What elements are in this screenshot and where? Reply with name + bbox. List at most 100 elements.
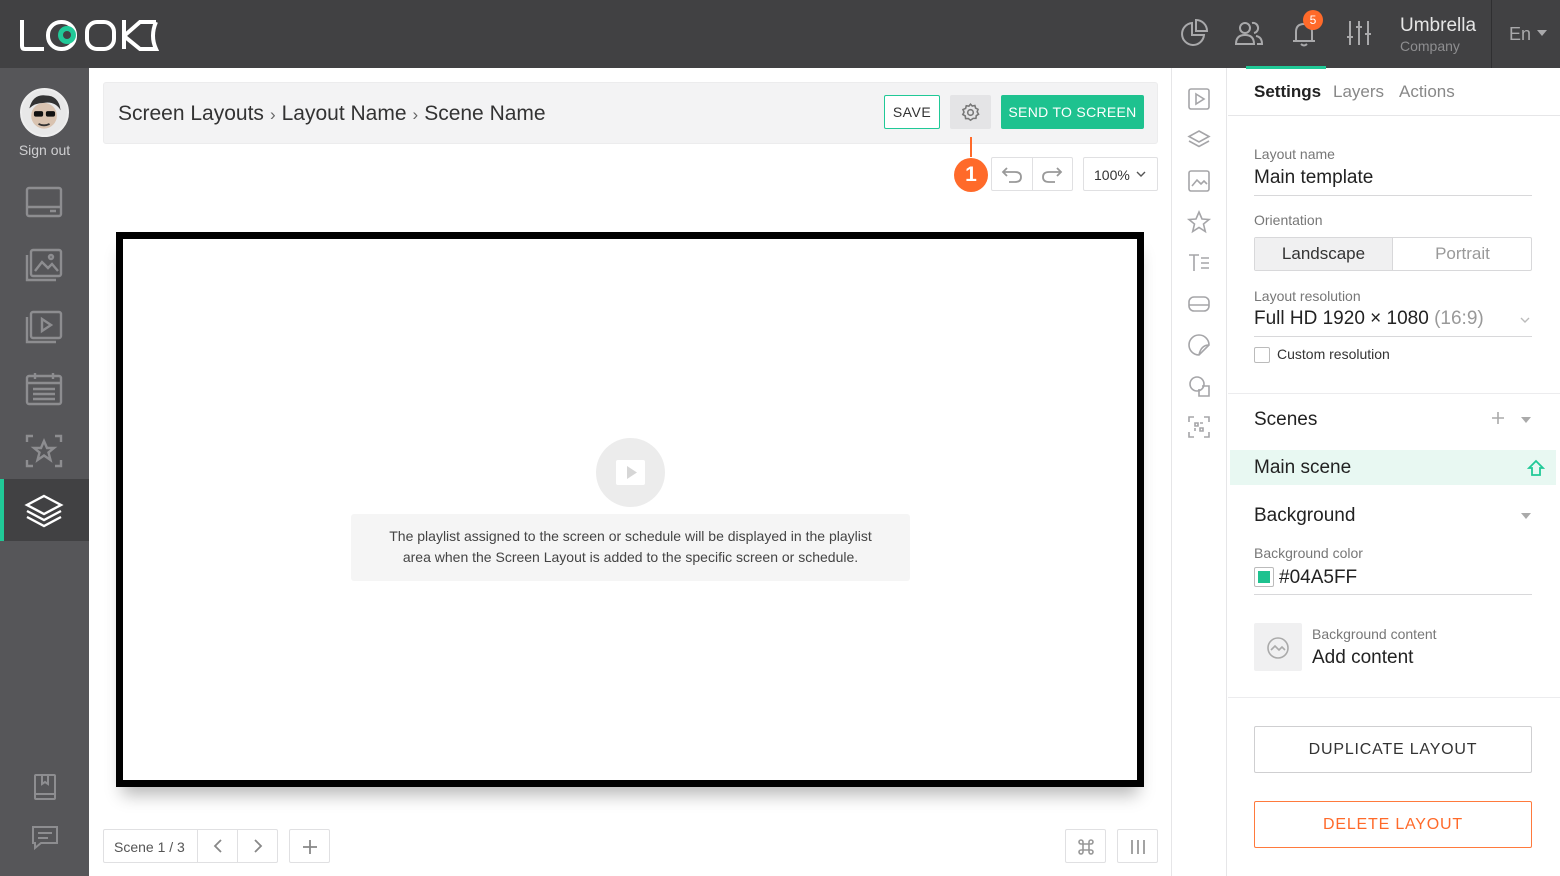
- layers-icon: [24, 494, 64, 528]
- caret-down-icon[interactable]: [1537, 30, 1547, 36]
- qr-code-tool-icon[interactable]: [1186, 414, 1212, 440]
- note-line: The playlist assigned to the screen or s…: [389, 528, 872, 544]
- chevron-right-icon[interactable]: [250, 838, 266, 854]
- chat-icon[interactable]: [30, 822, 60, 852]
- background-color-field[interactable]: #04A5FF: [1279, 567, 1357, 589]
- tab-settings[interactable]: Settings: [1254, 82, 1321, 102]
- color-swatch[interactable]: [1254, 567, 1274, 587]
- custom-resolution-label[interactable]: Custom resolution: [1277, 346, 1390, 362]
- divider: [237, 830, 238, 862]
- screen-icon: [25, 186, 63, 218]
- book-icon[interactable]: [30, 772, 60, 802]
- resolution-select[interactable]: Full HD 1920 × 1080 (16:9): [1254, 308, 1484, 330]
- breadcrumb-item-layout-name[interactable]: Layout Name: [282, 102, 407, 125]
- breadcrumb-bar: Screen Layouts › Layout Name › Scene Name: [103, 82, 1158, 144]
- shapes-tool-icon[interactable]: [1186, 373, 1212, 399]
- top-bar: 5 Umbrella Company En: [0, 0, 1560, 68]
- undo-icon[interactable]: [1001, 164, 1023, 184]
- background-content-thumb[interactable]: [1254, 623, 1302, 671]
- playlist-area-play-icon: [596, 438, 665, 507]
- schedule-icon: [25, 373, 63, 406]
- sidebar-item-media[interactable]: [0, 233, 89, 295]
- playlist-icon: [25, 310, 63, 344]
- save-button[interactable]: SAVE: [884, 95, 940, 129]
- orientation-portrait[interactable]: Portrait: [1394, 238, 1531, 270]
- image-tool-icon[interactable]: [1186, 168, 1212, 194]
- scenes-caret-icon[interactable]: [1521, 417, 1531, 423]
- tab-actions[interactable]: Actions: [1399, 82, 1455, 102]
- orientation-toggle: Landscape Portrait: [1254, 237, 1532, 271]
- add-scene-plus-icon[interactable]: [1491, 411, 1505, 425]
- avatar[interactable]: [20, 88, 69, 137]
- columns-icon: [1131, 840, 1145, 854]
- sidebar-item-layouts[interactable]: [0, 479, 89, 541]
- language-selector[interactable]: En: [1509, 24, 1531, 45]
- layout-settings-button[interactable]: [950, 95, 991, 129]
- layout-name-field[interactable]: Main template: [1254, 167, 1373, 189]
- breadcrumb-item-scene-name: Scene Name: [424, 102, 546, 125]
- resolution-ratio: (16:9): [1434, 308, 1484, 329]
- chevron-left-icon[interactable]: [210, 838, 226, 854]
- breadcrumb-item-screen-layouts[interactable]: Screen Layouts: [118, 102, 264, 125]
- add-content-icon: [1267, 637, 1289, 659]
- orientation-landscape[interactable]: Landscape: [1255, 238, 1393, 270]
- custom-resolution-checkbox[interactable]: [1254, 347, 1270, 363]
- orientation-label: Orientation: [1254, 212, 1323, 228]
- layout-canvas[interactable]: [116, 232, 1144, 787]
- grid-columns-button[interactable]: [1117, 829, 1158, 863]
- text-tool-icon[interactable]: [1186, 250, 1212, 276]
- video-tool-icon[interactable]: [1186, 86, 1212, 112]
- divider: [1032, 158, 1033, 190]
- zoom-value: 100%: [1094, 167, 1130, 183]
- background-caret-icon[interactable]: [1521, 513, 1531, 519]
- add-scene-button[interactable]: [289, 829, 330, 863]
- scene-name: Main scene: [1254, 457, 1352, 478]
- breadcrumb: Screen Layouts › Layout Name › Scene Name: [118, 102, 546, 126]
- field-underline: [1254, 336, 1532, 337]
- command-key-icon: [1078, 839, 1094, 855]
- shortcuts-button[interactable]: [1065, 829, 1106, 863]
- background-title: Background: [1254, 505, 1356, 526]
- scene-counter: Scene 1 / 3: [114, 839, 185, 855]
- zoom-select[interactable]: 100%: [1083, 157, 1158, 191]
- sidebar-item-playlists[interactable]: [0, 295, 89, 357]
- look-logo[interactable]: [20, 16, 160, 52]
- callout-marker: 1: [954, 158, 988, 192]
- sidebar-item-schedule[interactable]: [0, 357, 89, 419]
- field-underline: [1254, 195, 1532, 196]
- chevron-down-icon[interactable]: [1519, 314, 1531, 326]
- breadcrumb-separator: ›: [269, 105, 276, 124]
- container-tool-icon[interactable]: [1186, 291, 1212, 317]
- plus-icon: [303, 840, 317, 854]
- undo-redo-group: [991, 157, 1073, 191]
- playlist-area-note: The playlist assigned to the screen or s…: [351, 514, 910, 581]
- scenes-title: Scenes: [1254, 409, 1318, 430]
- sticker-tool-icon[interactable]: [1186, 332, 1212, 358]
- users-icon[interactable]: [1233, 17, 1265, 49]
- scene-list-item-main[interactable]: Main scene: [1230, 450, 1556, 485]
- panel-tabs: Settings Layers Actions: [1228, 68, 1560, 116]
- top-divider: [1491, 0, 1492, 68]
- layers-tool-icon[interactable]: [1186, 127, 1212, 153]
- tab-layers[interactable]: Layers: [1333, 82, 1384, 102]
- resolution-value: Full HD 1920 × 1080: [1254, 308, 1429, 329]
- divider: [197, 830, 198, 862]
- settings-sliders-icon[interactable]: [1343, 17, 1375, 49]
- delete-layout-button[interactable]: DELETE LAYOUT: [1254, 801, 1532, 848]
- section-divider: [1228, 697, 1560, 698]
- active-tab-indicator: [1246, 66, 1326, 69]
- sign-out-link[interactable]: Sign out: [0, 142, 89, 158]
- home-scene-icon[interactable]: [1527, 459, 1545, 477]
- company-name[interactable]: Umbrella: [1400, 15, 1476, 37]
- note-line: area when the Screen Layout is added to …: [402, 549, 859, 565]
- analytics-icon[interactable]: [1178, 17, 1210, 49]
- duplicate-layout-button[interactable]: DUPLICATE LAYOUT: [1254, 726, 1532, 773]
- background-content-label: Background content: [1312, 626, 1437, 642]
- callout-line: [970, 137, 972, 157]
- redo-icon[interactable]: [1041, 164, 1063, 184]
- sidebar-item-favorites[interactable]: [0, 419, 89, 481]
- send-to-screen-button[interactable]: SEND TO SCREEN: [1001, 95, 1144, 129]
- star-tool-icon[interactable]: [1186, 209, 1212, 235]
- sidebar-item-screens[interactable]: [0, 171, 89, 233]
- add-content-link[interactable]: Add content: [1312, 647, 1413, 669]
